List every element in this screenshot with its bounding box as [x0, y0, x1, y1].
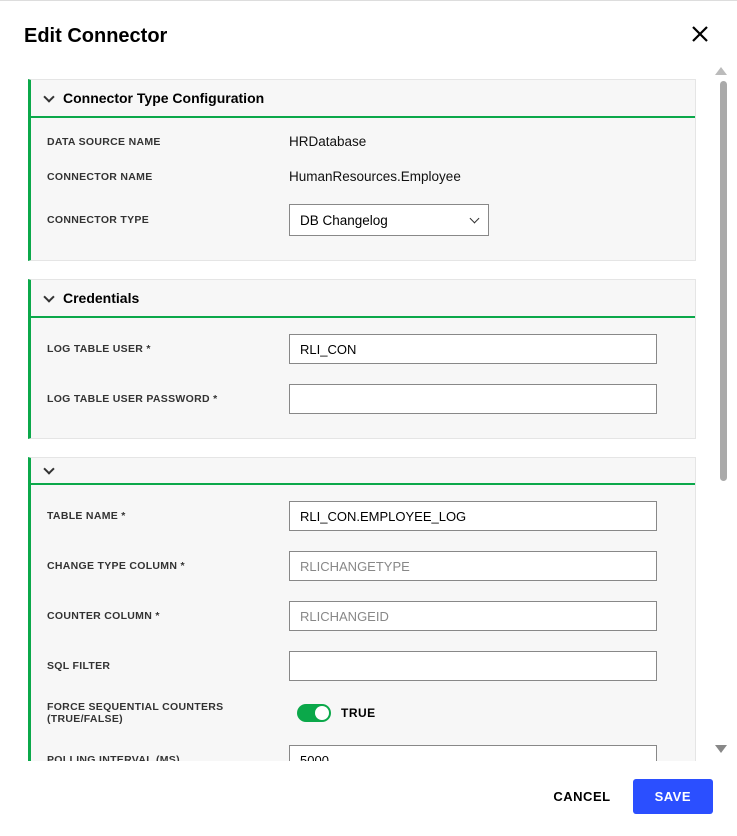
counter-column-input[interactable] [289, 601, 657, 631]
label-table-name: TABLE NAME * [47, 510, 289, 522]
section-credentials: Credentials LOG TABLE USER * LOG TABLE U… [28, 279, 696, 439]
label-force-sequential: FORCE SEQUENTIAL COUNTERS (TRUE/FALSE) [47, 701, 297, 725]
label-connector-name: CONNECTOR NAME [47, 171, 289, 183]
edit-connector-modal: Edit Connector Connector Type Configurat… [0, 0, 737, 836]
row-connector-type: CONNECTOR TYPE DB Changelog [31, 194, 695, 246]
section-header-credentials[interactable]: Credentials [31, 280, 695, 318]
modal-header: Edit Connector [0, 1, 737, 59]
scroll-area[interactable]: Connector Type Configuration DATA SOURCE… [0, 59, 737, 761]
modal-title: Edit Connector [24, 25, 167, 48]
row-log-table-user-password: LOG TABLE USER PASSWORD * [31, 374, 695, 424]
toggle-knob [315, 706, 329, 720]
row-table-name: TABLE NAME * [31, 491, 695, 541]
label-counter-column: COUNTER COLUMN * [47, 610, 289, 622]
row-sql-filter: SQL FILTER [31, 641, 695, 691]
label-log-table-user-password: LOG TABLE USER PASSWORD * [47, 393, 289, 405]
close-icon [691, 23, 709, 48]
force-sequential-value: TRUE [341, 706, 376, 720]
chevron-down-icon [43, 91, 54, 102]
section-header-connector-type[interactable]: Connector Type Configuration [31, 80, 695, 118]
connector-type-select-value: DB Changelog [300, 213, 388, 228]
label-sql-filter: SQL FILTER [47, 660, 289, 672]
section-header-advanced[interactable] [31, 458, 695, 485]
label-data-source-name: DATA SOURCE NAME [47, 136, 289, 148]
chevron-down-icon [43, 463, 54, 474]
scroll-down-arrow-icon[interactable] [715, 745, 727, 753]
value-data-source-name: HRDatabase [289, 134, 366, 149]
polling-interval-input[interactable] [289, 745, 657, 761]
row-connector-name: CONNECTOR NAME HumanResources.Employee [31, 159, 695, 194]
save-button[interactable]: SAVE [633, 779, 713, 814]
chevron-down-icon [470, 214, 480, 224]
scrollbar-thumb[interactable] [720, 81, 727, 481]
log-table-user-password-input[interactable] [289, 384, 657, 414]
connector-type-select[interactable]: DB Changelog [289, 204, 489, 236]
close-button[interactable] [687, 21, 713, 51]
change-type-column-input[interactable] [289, 551, 657, 581]
row-log-table-user: LOG TABLE USER * [31, 324, 695, 374]
sql-filter-input[interactable] [289, 651, 657, 681]
modal-footer: CANCEL SAVE [0, 761, 737, 836]
scroll-up-arrow-icon[interactable] [715, 67, 727, 75]
row-change-type-column: CHANGE TYPE COLUMN * [31, 541, 695, 591]
row-polling-interval: POLLING INTERVAL (MS) [31, 735, 695, 761]
section-title: Credentials [63, 290, 139, 306]
label-connector-type: CONNECTOR TYPE [47, 214, 289, 226]
label-polling-interval: POLLING INTERVAL (MS) [47, 754, 289, 761]
section-title: Connector Type Configuration [63, 90, 264, 106]
cancel-button[interactable]: CANCEL [553, 789, 610, 804]
section-advanced: TABLE NAME * CHANGE TYPE COLUMN * COUNTE… [28, 457, 696, 761]
row-counter-column: COUNTER COLUMN * [31, 591, 695, 641]
force-sequential-toggle[interactable] [297, 704, 331, 722]
label-log-table-user: LOG TABLE USER * [47, 343, 289, 355]
log-table-user-input[interactable] [289, 334, 657, 364]
label-change-type-column: CHANGE TYPE COLUMN * [47, 560, 289, 572]
section-connector-type: Connector Type Configuration DATA SOURCE… [28, 79, 696, 261]
row-force-sequential: FORCE SEQUENTIAL COUNTERS (TRUE/FALSE) T… [31, 691, 695, 735]
table-name-input[interactable] [289, 501, 657, 531]
row-data-source-name: DATA SOURCE NAME HRDatabase [31, 124, 695, 159]
value-connector-name: HumanResources.Employee [289, 169, 461, 184]
chevron-down-icon [43, 291, 54, 302]
